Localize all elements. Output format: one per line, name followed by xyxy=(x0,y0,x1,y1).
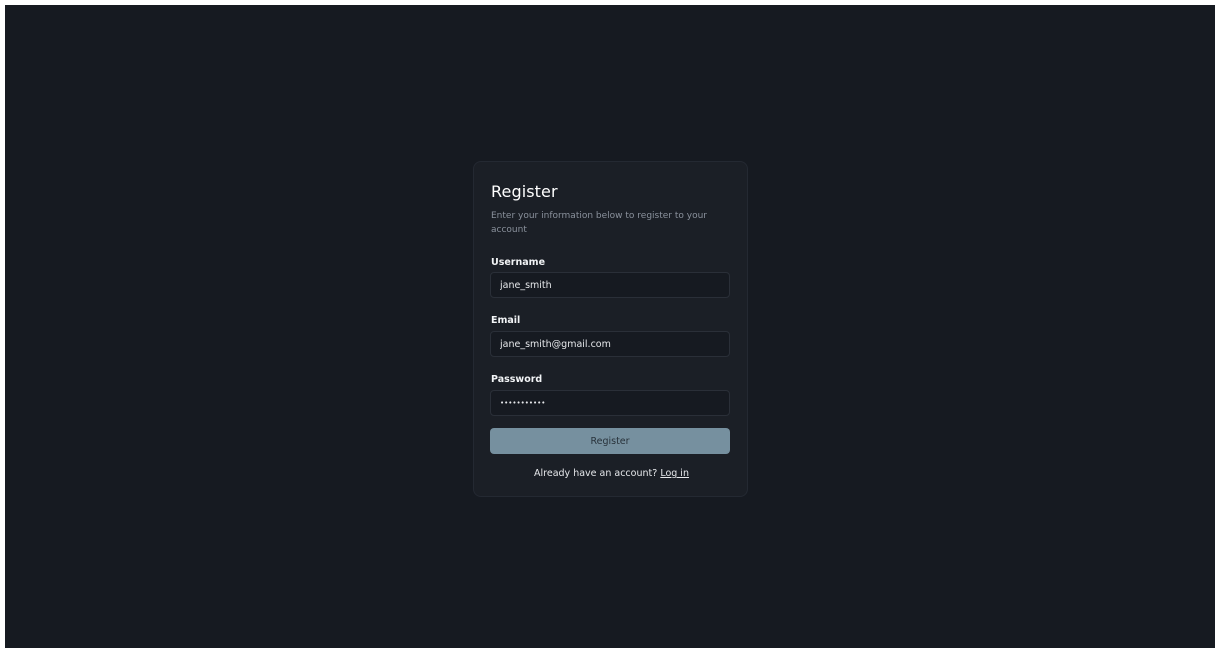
login-prompt-text: Already have an account? xyxy=(534,468,658,479)
app-background: Register Enter your information below to… xyxy=(5,5,1215,648)
username-label: Username xyxy=(491,257,546,268)
login-prompt: Already have an account? Log in xyxy=(474,468,749,479)
register-button[interactable]: Register xyxy=(490,428,730,454)
email-label: Email xyxy=(491,315,521,326)
password-label: Password xyxy=(491,374,543,385)
password-input[interactable]: ••••••••••• xyxy=(490,390,730,416)
card-title: Register xyxy=(491,182,558,201)
email-input[interactable] xyxy=(490,331,730,357)
card-subtitle: Enter your information below to register… xyxy=(491,211,707,235)
login-link[interactable]: Log in xyxy=(660,468,689,479)
register-card: Register Enter your information below to… xyxy=(473,161,748,497)
username-input[interactable] xyxy=(490,272,730,298)
